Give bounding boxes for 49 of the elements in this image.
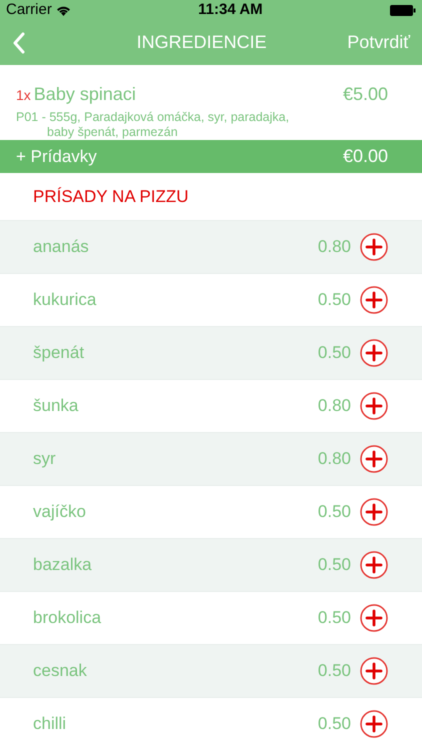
item-name: Baby spinaci <box>34 83 136 106</box>
extras-label: + Prídavky <box>16 146 97 168</box>
topping-price: 0.50 <box>318 554 351 576</box>
extras-bar[interactable]: + Prídavky €0.00 <box>0 140 422 173</box>
topping-row[interactable]: bazalka 0.50 <box>0 538 422 591</box>
screen-title: INGREDIENCIE <box>136 31 267 54</box>
topping-name: špenát <box>33 342 86 364</box>
topping-name: ananás <box>33 236 90 258</box>
extras-price: €0.00 <box>342 144 388 168</box>
topping-row[interactable]: syr 0.80 <box>0 432 422 485</box>
topping-price: 0.50 <box>318 607 351 630</box>
carrier-label: Carrier <box>6 0 52 20</box>
wifi-icon <box>56 4 71 16</box>
topping-price: 0.80 <box>318 448 351 470</box>
add-icon[interactable] <box>359 709 389 739</box>
topping-name: chilli <box>33 713 68 736</box>
topping-name: kukurica <box>33 289 98 312</box>
clock-time: 11:34 AM <box>198 0 263 20</box>
topping-name: cesnak <box>33 660 88 682</box>
topping-price: 0.50 <box>318 289 351 312</box>
add-icon[interactable] <box>359 656 389 686</box>
topping-price: 0.50 <box>318 501 351 524</box>
add-icon[interactable] <box>359 338 389 368</box>
add-icon[interactable] <box>359 550 389 580</box>
item-price: €5.00 <box>342 83 388 106</box>
add-icon[interactable] <box>359 285 389 315</box>
quantity-label: 1x <box>16 86 31 105</box>
topping-name: šunka <box>33 395 80 418</box>
confirm-button[interactable]: Potvrdiť <box>347 29 410 56</box>
topping-price: 0.50 <box>318 342 351 364</box>
topping-name: brokolica <box>33 607 102 630</box>
add-icon[interactable] <box>359 232 389 262</box>
item-description: P01 - 555g, Paradajková omáčka, syr, paradajka, baby špenát, parmezán <box>16 110 290 140</box>
topping-name: syr <box>33 448 57 470</box>
topping-name: vajíčko <box>33 501 87 524</box>
topping-row[interactable]: ananás 0.80 <box>0 220 422 273</box>
add-icon[interactable] <box>359 391 389 421</box>
topping-row[interactable]: cesnak 0.50 <box>0 644 422 697</box>
battery-icon <box>390 4 416 16</box>
topping-price: 0.80 <box>318 395 351 418</box>
topping-row[interactable]: špenát 0.50 <box>0 326 422 379</box>
topping-price: 0.50 <box>318 713 351 736</box>
add-icon[interactable] <box>359 497 389 527</box>
section-title: PRÍSADY NA PIZZU <box>33 186 189 208</box>
add-icon[interactable] <box>359 603 389 633</box>
topping-price: 0.50 <box>318 660 351 682</box>
topping-price: 0.80 <box>318 236 351 258</box>
topping-name: bazalka <box>33 554 93 576</box>
add-icon[interactable] <box>359 444 389 474</box>
